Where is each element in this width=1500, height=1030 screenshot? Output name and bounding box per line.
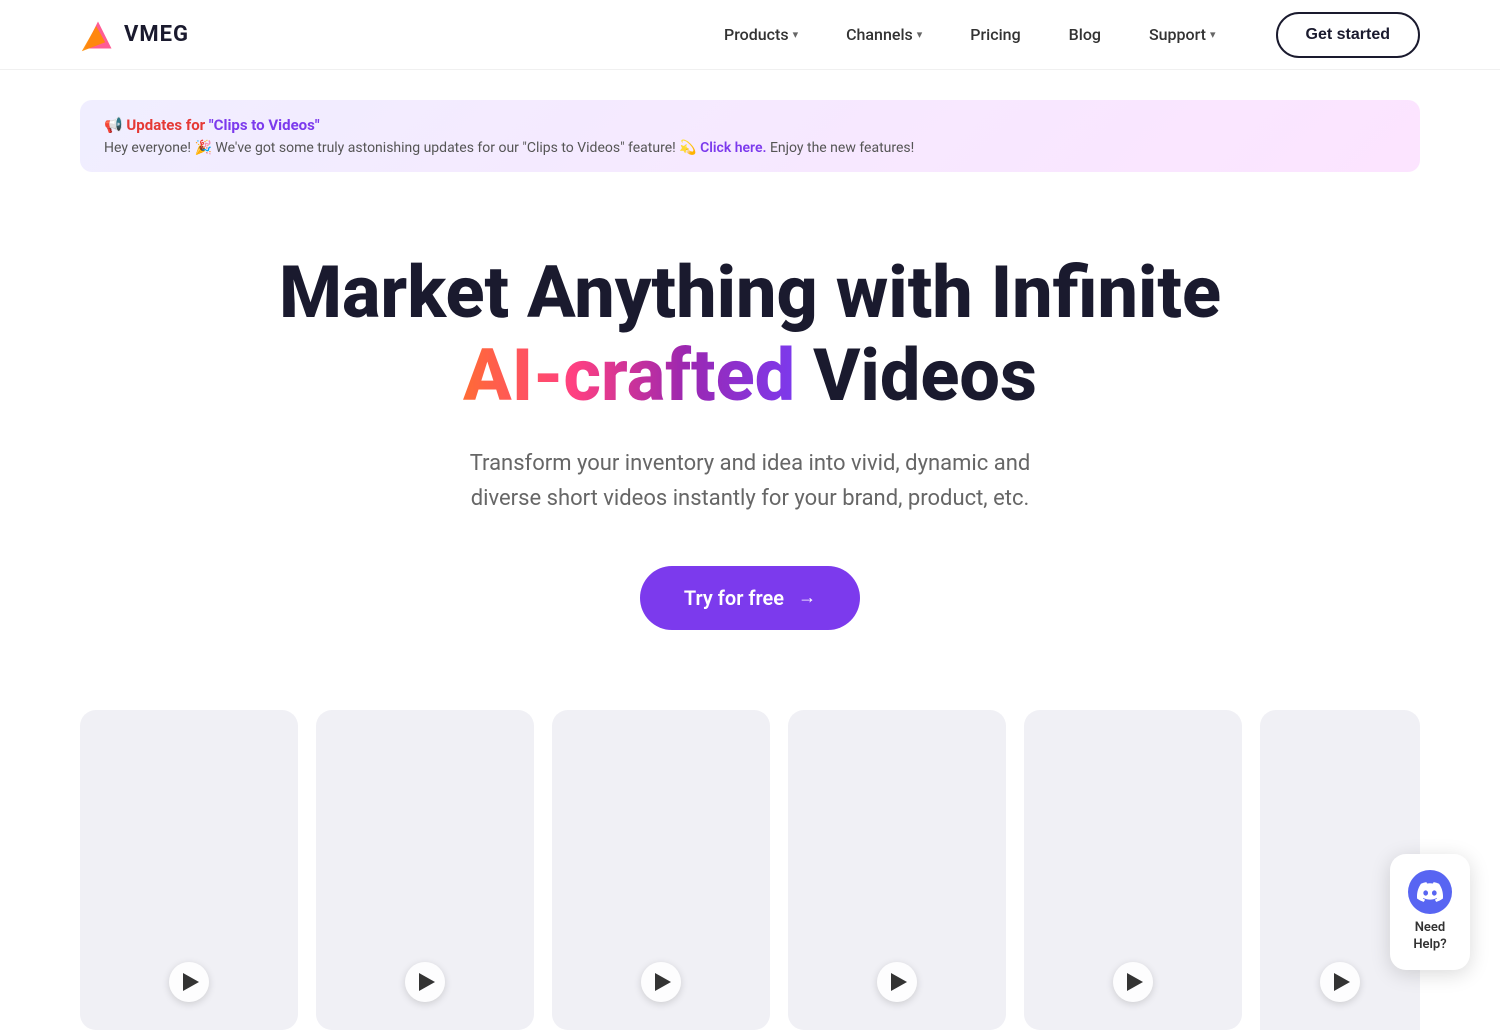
chevron-down-icon: ▾ bbox=[917, 28, 923, 41]
hero-subtext: Transform your inventory and idea into v… bbox=[460, 446, 1040, 516]
announcement-body: Hey everyone! 🎉 We've got some truly ast… bbox=[104, 140, 1396, 156]
nav-links: Products ▾ Channels ▾ Pricing Blog Suppo… bbox=[704, 17, 1236, 52]
play-button-4[interactable] bbox=[877, 962, 917, 1002]
chevron-down-icon: ▾ bbox=[793, 28, 799, 41]
nav-item-support[interactable]: Support ▾ bbox=[1129, 17, 1236, 52]
nav-item-blog[interactable]: Blog bbox=[1049, 17, 1121, 52]
hero-heading: Market Anything with Infinite AI-crafted… bbox=[80, 252, 1420, 418]
logo-text: VMEG bbox=[124, 22, 189, 47]
play-button-6[interactable] bbox=[1320, 962, 1360, 1002]
hero-section: Market Anything with Infinite AI-crafted… bbox=[0, 172, 1500, 690]
nav-item-pricing[interactable]: Pricing bbox=[950, 17, 1040, 52]
announcement-title: 📢 Updates for "Clips to Videos" bbox=[104, 116, 1396, 134]
play-button-3[interactable] bbox=[641, 962, 681, 1002]
play-button-5[interactable] bbox=[1113, 962, 1153, 1002]
video-grid bbox=[0, 690, 1500, 1030]
nav-link-support[interactable]: Support ▾ bbox=[1129, 17, 1236, 52]
chevron-down-icon: ▾ bbox=[1210, 28, 1216, 41]
announcement-icon: 📢 bbox=[104, 116, 123, 134]
play-button-2[interactable] bbox=[405, 962, 445, 1002]
logo-link[interactable]: VMEG bbox=[80, 17, 189, 53]
discord-icon bbox=[1408, 870, 1452, 914]
arrow-right-icon: → bbox=[798, 587, 816, 608]
get-started-button[interactable]: Get started bbox=[1276, 12, 1420, 58]
try-for-free-button[interactable]: Try for free → bbox=[640, 566, 860, 630]
video-card-2 bbox=[316, 710, 534, 1030]
nav-item-products[interactable]: Products ▾ bbox=[704, 17, 818, 52]
video-card-5 bbox=[1024, 710, 1242, 1030]
discord-widget[interactable]: NeedHelp? bbox=[1390, 854, 1470, 970]
logo-icon bbox=[80, 17, 116, 53]
nav-link-pricing[interactable]: Pricing bbox=[950, 17, 1040, 52]
nav-link-blog[interactable]: Blog bbox=[1049, 17, 1121, 52]
video-card-3 bbox=[552, 710, 770, 1030]
announcement-click-link[interactable]: Click here. bbox=[700, 140, 766, 156]
video-card-1 bbox=[80, 710, 298, 1030]
nav-cta: Get started bbox=[1276, 12, 1420, 58]
video-card-4 bbox=[788, 710, 1006, 1030]
navbar: VMEG Products ▾ Channels ▾ Pricing Blog bbox=[0, 0, 1500, 70]
nav-item-channels[interactable]: Channels ▾ bbox=[826, 17, 942, 52]
nav-link-products[interactable]: Products ▾ bbox=[704, 17, 818, 52]
discord-label: NeedHelp? bbox=[1413, 920, 1446, 954]
nav-link-channels[interactable]: Channels ▾ bbox=[826, 17, 942, 52]
play-button-1[interactable] bbox=[169, 962, 209, 1002]
announcement-banner[interactable]: 📢 Updates for "Clips to Videos" Hey ever… bbox=[80, 100, 1420, 172]
